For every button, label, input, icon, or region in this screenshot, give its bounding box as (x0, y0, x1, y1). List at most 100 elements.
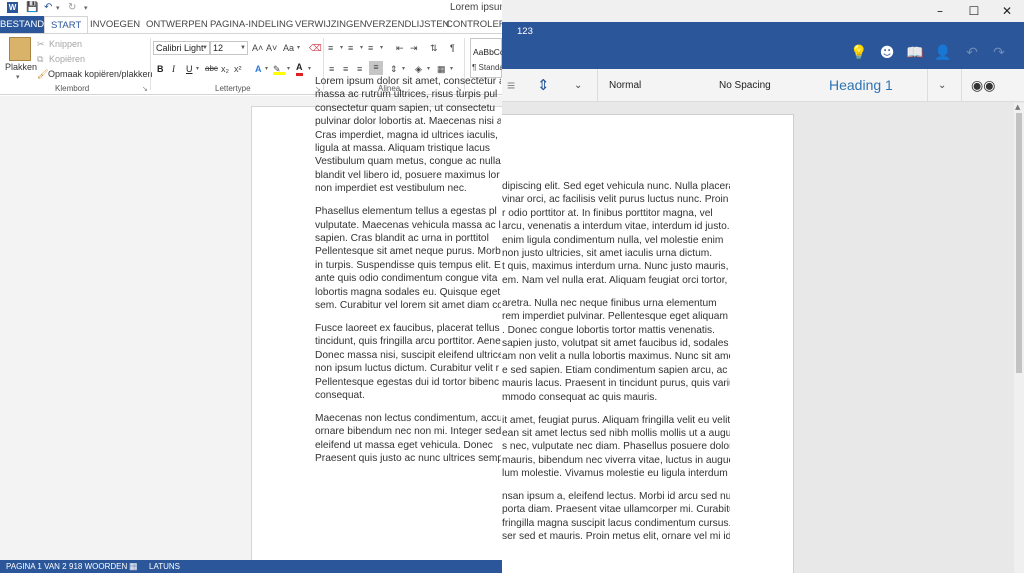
paste-icon[interactable] (9, 37, 31, 61)
language-status[interactable]: LATUNS (149, 560, 180, 573)
borders-dropdown-icon[interactable]: ▾ (450, 63, 453, 75)
proofing-icon[interactable]: ▦ (129, 560, 138, 573)
word-count-status[interactable]: 918 WOORDEN (69, 560, 127, 573)
redo-icon[interactable]: ↷ (989, 44, 1009, 62)
document-name[interactable]: 123 (517, 26, 533, 37)
strikethrough-button[interactable]: abc (205, 63, 218, 75)
show-marks-icon[interactable]: ¶ (450, 42, 455, 54)
clipboard-launcher-icon[interactable]: ↘ (142, 85, 148, 93)
align-center-icon[interactable]: ≡ (343, 63, 348, 75)
bold-button[interactable]: B (157, 63, 164, 75)
scroll-up-icon[interactable]: ▲ (1015, 103, 1020, 111)
maximize-icon[interactable]: ☐ (957, 0, 991, 22)
font-color-dropdown-icon[interactable]: ▾ (308, 63, 311, 75)
right-document-text[interactable]: dipiscing elit. Sed eget vehicula nunc. … (502, 180, 730, 553)
style-toolbar: ≡ ⇕ ⌄ Normal No Spacing Heading 1 ⌄ ◉◉ (502, 69, 1024, 102)
paste-dropdown-icon[interactable]: ▾ (16, 73, 20, 81)
chevron-down-icon[interactable]: ⌄ (574, 69, 582, 102)
left-document-text[interactable]: Lorem ipsum dolor sit amet, consectetur … (315, 75, 501, 475)
superscript-button[interactable]: x² (234, 63, 242, 75)
decrease-indent-icon[interactable]: ⇤ (396, 42, 404, 54)
align-icon[interactable]: ≡ (507, 69, 515, 102)
increase-indent-icon[interactable]: ⇥ (410, 42, 418, 54)
text-effects-dropdown-icon[interactable]: ▾ (265, 63, 268, 75)
tab-references[interactable]: VERWIJZINGEN (295, 16, 367, 34)
redo-icon[interactable]: ↻ (68, 0, 76, 16)
line-spacing-dropdown-icon[interactable]: ▾ (402, 63, 405, 75)
underline-button[interactable]: U (186, 63, 193, 75)
paragraph[interactable]: it amet, feugiat purus. Aliquam fringill… (502, 414, 730, 481)
shrink-font-button[interactable]: A˅ (266, 42, 277, 54)
clear-formatting-icon[interactable]: ⌫ (309, 42, 322, 54)
text-line: nsan ipsum a, eleifend lectus. Morbi id … (502, 491, 730, 503)
multilevel-list-icon[interactable]: ≡ (368, 42, 373, 54)
close-icon[interactable]: ✕ (990, 0, 1024, 22)
text-effects-button[interactable]: A (255, 63, 262, 75)
italic-button[interactable]: I (172, 63, 175, 75)
highlight-icon[interactable]: ✎ (273, 63, 285, 75)
paragraph[interactable]: Phasellus elementum tellus a egestas pl v… (315, 205, 501, 312)
align-left-icon[interactable]: ≡ (329, 63, 334, 75)
vertical-scrollbar[interactable]: ▲ (1014, 103, 1024, 573)
minimize-icon[interactable]: – (923, 0, 957, 22)
bullets-icon[interactable]: ≡ (328, 42, 333, 54)
customize-toolbar-icon[interactable]: ▾ (84, 0, 88, 16)
smiley-icon[interactable]: ☻ (877, 44, 897, 62)
undo-icon[interactable]: ↶ (962, 44, 982, 62)
paragraph[interactable]: Fusce laoreet ex faucibus, placerat tell… (315, 322, 501, 402)
paragraph[interactable]: Maecenas non lectus condimentum, accum or… (315, 412, 501, 466)
change-case-dropdown-icon[interactable]: ▾ (297, 42, 300, 54)
styles-expand-chevron-icon[interactable]: ⌄ (938, 69, 946, 102)
underline-dropdown-icon[interactable]: ▾ (196, 63, 199, 75)
bullets-dropdown-icon[interactable]: ▾ (340, 42, 343, 54)
paragraph[interactable]: dipiscing elit. Sed eget vehicula nunc. … (502, 180, 730, 287)
share-user-icon[interactable]: 👤 (933, 44, 953, 62)
font-color-button[interactable]: A (296, 61, 303, 76)
tab-review[interactable]: CONTROLEREN (446, 16, 502, 34)
paragraph[interactable]: Lorem ipsum dolor sit amet, consectetur … (315, 75, 501, 196)
tab-design[interactable]: ONTWERPEN (146, 16, 208, 34)
justify-icon[interactable]: ≡ (369, 61, 383, 75)
tab-insert[interactable]: INVOEGEN (90, 16, 140, 34)
undo-dropdown-icon[interactable]: ▾ (56, 0, 60, 16)
font-name-input[interactable]: Calibri Light ▼ (153, 41, 210, 55)
scrollbar-thumb[interactable] (1016, 113, 1022, 373)
book-icon[interactable]: 📖 (905, 44, 925, 62)
paragraph[interactable]: nsan ipsum a, eleifend lectus. Morbi id … (502, 490, 730, 544)
multilevel-dropdown-icon[interactable]: ▾ (380, 42, 383, 54)
copy-button[interactable]: Kopiëren (49, 54, 85, 64)
sort-icon[interactable]: ⇅ (430, 42, 438, 54)
style-normal-button[interactable]: Normal (609, 69, 641, 102)
borders-icon[interactable]: ▦ (437, 63, 446, 75)
line-spacing-icon[interactable]: ⇕ (390, 63, 398, 75)
highlight-dropdown-icon[interactable]: ▾ (287, 63, 290, 75)
undo-icon[interactable]: ↶ (44, 0, 52, 16)
grow-font-button[interactable]: A˄ (252, 42, 263, 54)
tab-file[interactable]: BESTAND (0, 16, 44, 34)
numbering-dropdown-icon[interactable]: ▾ (360, 42, 363, 54)
paragraph[interactable]: aretra. Nulla nec neque finibus urna ele… (502, 297, 730, 404)
tab-home[interactable]: START (44, 16, 89, 34)
lightbulb-icon[interactable]: 💡 (849, 44, 869, 62)
numbering-icon[interactable]: ≡ (348, 42, 353, 54)
style-gallery-normal[interactable]: AaBbCc ¶ Standa (470, 38, 502, 78)
line-spacing-icon[interactable]: ⇕ (537, 69, 550, 102)
format-painter-button[interactable]: Opmaak kopiëren/plakken (48, 69, 153, 79)
binoculars-icon[interactable]: ◉◉ (971, 69, 995, 102)
save-icon[interactable]: 💾 (26, 0, 38, 16)
style-no-spacing-button[interactable]: No Spacing (719, 69, 771, 102)
font-size-input[interactable]: 12 ▼ (210, 41, 248, 55)
document-area[interactable]: dipiscing elit. Sed eget vehicula nunc. … (502, 103, 1014, 573)
style-heading1-button[interactable]: Heading 1 (829, 69, 893, 102)
tab-layout[interactable]: PAGINA-INDELING (210, 16, 293, 34)
shading-icon[interactable]: ◈ (415, 63, 422, 75)
change-case-button[interactable]: Aa (283, 42, 294, 54)
align-right-icon[interactable]: ≡ (357, 63, 362, 75)
text-line: Vestibulum quam metus, congue ac nulla (315, 156, 501, 168)
paste-button[interactable]: Plakken (5, 62, 37, 72)
cut-button[interactable]: Knippen (49, 39, 82, 49)
tab-mailings[interactable]: VERZENDLIJSTEN (366, 16, 449, 34)
shading-dropdown-icon[interactable]: ▾ (427, 63, 430, 75)
page-count-status[interactable]: PAGINA 1 VAN 2 (6, 560, 67, 573)
subscript-button[interactable]: x₂ (221, 63, 229, 75)
